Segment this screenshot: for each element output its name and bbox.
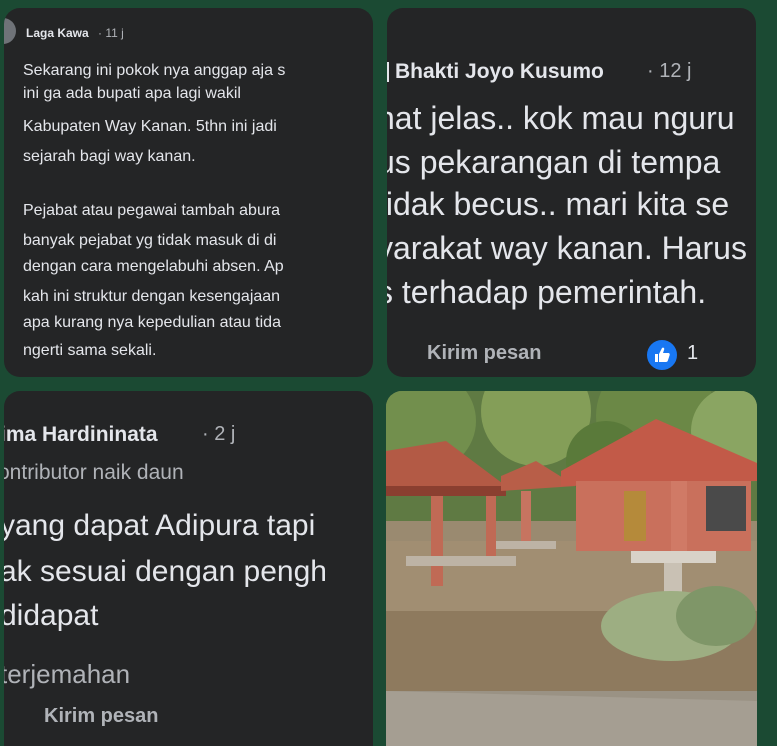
comment-text-line: kah ini struktur dengan kesengajaan — [23, 288, 281, 305]
comment-text-line: Kabupaten Way Kanan. 5thn ini jadi — [23, 118, 277, 135]
comment-card-laga-kawa: Laga Kawa · 11 j Sekarang ini pokok nya … — [4, 8, 373, 377]
photo-illustration — [386, 391, 757, 746]
comment-text-line: Sekarang ini pokok nya anggap aja s — [23, 62, 286, 79]
comment-text-line: banyak pejabat yg tidak masuk di di — [23, 232, 277, 249]
comment-text-line: sejarah bagi way kanan. — [23, 148, 196, 165]
like-icon[interactable] — [645, 338, 679, 372]
divider — [387, 62, 389, 82]
comment-text-line: us pekarangan di tempa — [387, 144, 721, 180]
comment-text-line: Pejabat atau pegawai tambah abura — [23, 202, 281, 219]
comment-text-line: nat jelas.. kok mau nguru — [387, 100, 735, 136]
like-count: 1 — [687, 342, 699, 364]
send-message-button[interactable]: Kirim pesan — [44, 705, 158, 728]
comment-time: · 2 j — [202, 423, 236, 445]
comment-time: · 12 j — [647, 60, 692, 82]
comment-text-line: ak sesuai dengan pengh — [4, 555, 327, 588]
comment-text-line: ini ga ada bupati apa lagi wakil — [23, 85, 241, 102]
comment-time: · 11 j — [98, 26, 124, 40]
send-message-button[interactable]: Kirim pesan — [427, 342, 541, 365]
contributor-badge: ontributor naik daun — [4, 461, 184, 484]
park-gazebo-photo[interactable] — [386, 391, 757, 746]
comment-card-bhakti-joyo-kusumo: Bhakti Joyo Kusumo · 12 j nat jelas.. ko… — [387, 8, 756, 377]
comment-text-line: yang dapat Adipura tapi — [4, 509, 316, 542]
comment-author[interactable]: Laga Kawa — [26, 26, 89, 40]
comment-text-line: yarakat way kanan. Harus — [387, 230, 747, 266]
comment-author[interactable]: Bhakti Joyo Kusumo — [395, 60, 604, 84]
comment-text-line: tidak becus.. mari kita se — [387, 186, 730, 222]
comment-text-line: didapat — [4, 599, 99, 632]
comment-text-line: apa kurang nya kepedulian atau tida — [23, 314, 281, 331]
translate-link[interactable]: terjemahan — [4, 659, 130, 690]
comment-card-hardininata: ima Hardininata · 2 j ontributor naik da… — [4, 391, 373, 746]
comment-author[interactable]: ima Hardininata — [4, 423, 158, 447]
avatar[interactable] — [4, 18, 16, 44]
comment-text-line: dengan cara mengelabuhi absen. Ap — [23, 258, 284, 275]
comment-text-line: ngerti sama sekali. — [23, 342, 157, 359]
comment-text-line: s terhadap pemerintah. — [387, 274, 707, 310]
